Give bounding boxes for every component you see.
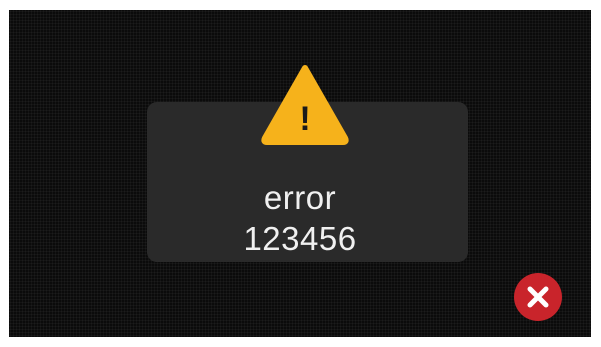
screen: ! error 123456 — [9, 10, 591, 337]
close-button[interactable] — [514, 273, 562, 321]
error-code: 123456 — [243, 220, 357, 257]
warning-glyph: ! — [299, 100, 310, 138]
error-title: error — [263, 179, 337, 216]
close-icon — [527, 286, 549, 308]
warning-icon: ! — [261, 65, 349, 145]
